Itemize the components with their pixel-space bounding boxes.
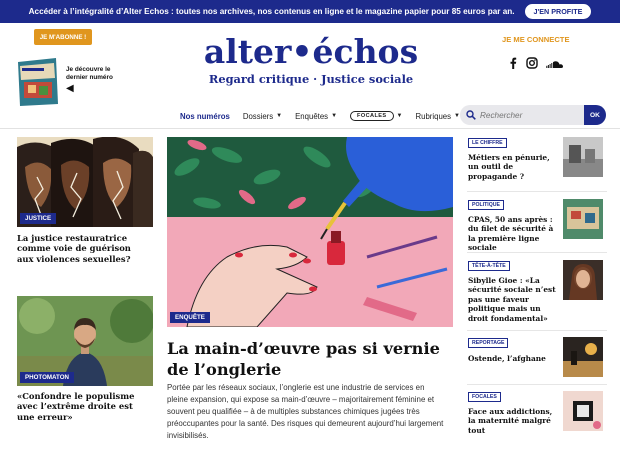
- category-tag[interactable]: FOCALES: [468, 392, 501, 402]
- site-logo[interactable]: alter•échos: [200, 30, 422, 72]
- nav-item-label: Rubriques: [415, 111, 452, 121]
- category-tag[interactable]: LE CHIFFRE: [468, 138, 507, 148]
- search-icon: [466, 110, 476, 120]
- search-box: [460, 105, 584, 125]
- logo-wordmark: alter•échos: [204, 32, 418, 71]
- main-nav: Nos numéros Dossiers ▼ Enquêtes ▼ FOCALES ▼…: [180, 108, 473, 124]
- nav-item-label: FOCALES: [350, 111, 394, 121]
- subscribe-button[interactable]: JE M'ABONNE !: [34, 29, 92, 45]
- nav-divider: [0, 128, 620, 129]
- promo-banner: Accéder à l’intégralité d’Alter Echos : …: [0, 0, 620, 23]
- side-article-title[interactable]: CPAS, 50 ans après : du filet de sécurit…: [468, 215, 558, 253]
- side-article-thumb[interactable]: [563, 260, 603, 300]
- nav-item-issues[interactable]: Nos numéros: [180, 112, 230, 121]
- category-tag[interactable]: TÊTE-À-TÊTE: [468, 261, 510, 271]
- side-article-thumb[interactable]: [563, 391, 603, 431]
- nav-item-label: Nos numéros: [180, 111, 230, 121]
- featured-article-image[interactable]: [167, 137, 453, 327]
- nav-item-enquetes[interactable]: Enquêtes ▼: [295, 112, 337, 121]
- latest-issue-link[interactable]: Je découvre le dernier numéro: [66, 66, 124, 82]
- nav-item-dossiers[interactable]: Dossiers ▼: [243, 112, 282, 121]
- category-tag[interactable]: PHOTOMATON: [20, 372, 74, 383]
- category-tag[interactable]: REPORTAGE: [468, 338, 509, 348]
- facebook-icon[interactable]: [508, 56, 518, 74]
- search-submit-button[interactable]: OK: [584, 105, 606, 125]
- instagram-icon[interactable]: [526, 56, 538, 74]
- promo-banner-text: Accéder à l’intégralité d’Alter Echos : …: [28, 7, 515, 16]
- site-tagline: Regard critique · Justice sociale: [208, 72, 414, 86]
- side-article-title[interactable]: Face aux addictions, la maternité malgré…: [468, 407, 558, 435]
- side-article-thumb[interactable]: [563, 337, 603, 377]
- arrow-left-icon[interactable]: ◀: [66, 84, 74, 94]
- side-divider: [467, 191, 607, 192]
- nav-item-label: Dossiers: [242, 111, 274, 121]
- category-tag[interactable]: POLITIQUE: [468, 200, 504, 210]
- promo-cta-button[interactable]: J'EN PROFITE: [524, 4, 592, 19]
- chevron-down-icon: ▼: [396, 113, 403, 119]
- featured-article-title[interactable]: La main-d’œuvre pas si vernie de l’ongle…: [167, 338, 457, 380]
- category-tag[interactable]: ENQUÊTE: [170, 312, 210, 323]
- nav-item-rubriques[interactable]: Rubriques ▼: [416, 112, 461, 121]
- social-links: [508, 56, 566, 74]
- chevron-down-icon: ▼: [276, 113, 283, 119]
- nav-item-label: Enquêtes: [295, 111, 329, 121]
- side-article-title[interactable]: Métiers en pénurie, un outil de propagan…: [468, 153, 556, 181]
- article-title[interactable]: «Confondre le populisme avec l’extrême d…: [17, 391, 151, 422]
- chevron-down-icon: ▼: [331, 113, 338, 119]
- soundcloud-icon[interactable]: [546, 56, 564, 74]
- category-tag[interactable]: JUSTICE: [20, 213, 57, 224]
- side-divider: [467, 330, 607, 331]
- search-input[interactable]: [480, 110, 580, 120]
- nav-item-focales[interactable]: FOCALES ▼: [350, 111, 403, 121]
- side-divider: [467, 384, 607, 385]
- side-article-thumb[interactable]: [563, 137, 603, 177]
- article-title[interactable]: La justice restauratrice comme voie de g…: [17, 233, 149, 264]
- login-link[interactable]: JE ME CONNECTE: [502, 35, 570, 44]
- side-article-thumb[interactable]: [563, 199, 603, 239]
- latest-issue-cover[interactable]: [16, 56, 60, 108]
- side-divider: [467, 252, 607, 253]
- side-article-title[interactable]: Ostende, l’afghane: [468, 354, 558, 363]
- featured-article-excerpt: Portée par les réseaux sociaux, l’ongler…: [167, 383, 444, 441]
- side-article-title[interactable]: Sibylle Gioe : «La sécurité sociale n’es…: [468, 276, 558, 323]
